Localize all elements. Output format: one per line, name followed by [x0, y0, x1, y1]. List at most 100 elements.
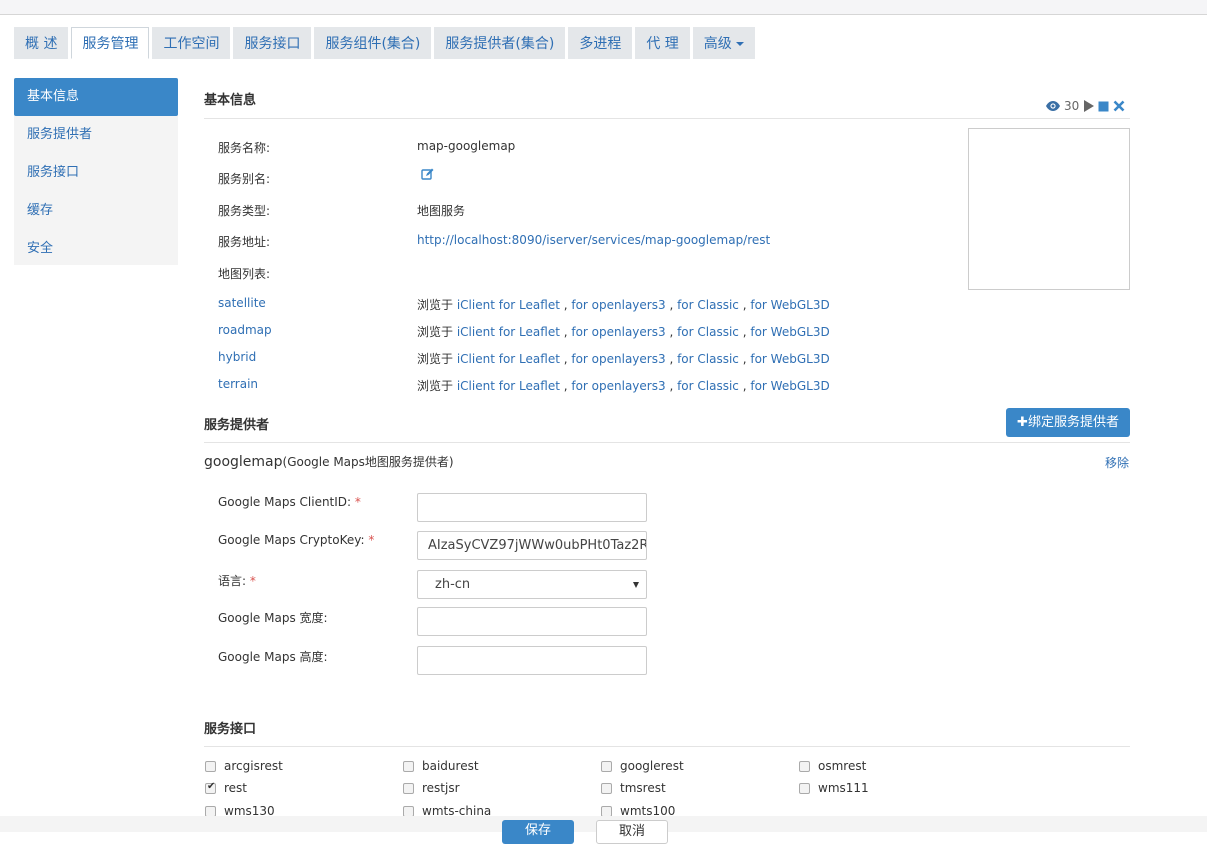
sidebar: 基本信息 服务提供者 服务接口 缓存 安全: [14, 78, 178, 265]
map-link-roadmap[interactable]: roadmap: [218, 323, 272, 337]
interface-label: rest: [224, 781, 248, 795]
browse-prefix: 浏览于: [417, 379, 454, 393]
browse-prefix: 浏览于: [417, 352, 454, 366]
browse-openlayers3-link[interactable]: for openlayers3: [571, 325, 665, 339]
browse-webgl3d-link[interactable]: for WebGL3D: [750, 325, 829, 339]
browse-leaflet-link[interactable]: iClient for Leaflet: [457, 379, 560, 393]
checkbox[interactable]: [205, 805, 216, 817]
tab-overview[interactable]: 概 述: [14, 27, 69, 59]
browse-prefix: 浏览于: [417, 325, 454, 339]
cancel-button[interactable]: 取消: [596, 820, 668, 844]
browse-openlayers3-link[interactable]: for openlayers3: [571, 298, 665, 312]
browse-webgl3d-link[interactable]: for WebGL3D: [750, 352, 829, 366]
sidebar-item-interfaces[interactable]: 服务接口: [14, 154, 178, 192]
service-alias-label: 服务别名:: [218, 172, 271, 186]
interface-label: arcgisrest: [224, 759, 283, 773]
width-input[interactable]: [417, 607, 647, 636]
bind-provider-button[interactable]: ✚绑定服务提供者: [1006, 408, 1130, 437]
tab-multiprocess[interactable]: 多进程: [568, 27, 633, 59]
sidebar-item-providers[interactable]: 服务提供者: [14, 116, 178, 154]
checkbox[interactable]: [403, 805, 414, 817]
crypto-key-label: Google Maps CryptoKey: *: [218, 533, 374, 547]
client-id-label-text: Google Maps ClientID:: [218, 495, 352, 509]
browse-openlayers3-link[interactable]: for openlayers3: [571, 352, 665, 366]
crypto-key-input[interactable]: AIzaSyCVZ97jWWw0ubPHt0Taz2R: [417, 531, 647, 560]
interface-label: osmrest: [818, 759, 867, 773]
eye-icon[interactable]: [1046, 101, 1060, 111]
language-selected-value: zh-cn: [435, 577, 471, 592]
sidebar-item-security[interactable]: 安全: [14, 230, 178, 268]
checkbox[interactable]: [601, 760, 612, 772]
required-mark: *: [354, 495, 361, 509]
checkbox[interactable]: [601, 782, 612, 794]
interface-label: baidurest: [422, 759, 479, 773]
interface-checkbox-googlerest[interactable]: googlerest: [601, 759, 684, 773]
crypto-key-label-text: Google Maps CryptoKey:: [218, 533, 365, 547]
checkbox-checked[interactable]: [205, 781, 216, 794]
interface-checkbox-wms111[interactable]: wms111: [799, 781, 869, 795]
service-address-link[interactable]: http://localhost:8090/iserver/services/m…: [417, 233, 770, 247]
checkbox[interactable]: [403, 782, 414, 794]
checkbox[interactable]: [403, 760, 414, 772]
browse-row: 浏览于 iClient for Leaflet , for openlayers…: [417, 298, 830, 312]
plus-icon: ✚: [1017, 415, 1028, 430]
checkbox[interactable]: [205, 760, 216, 772]
browse-webgl3d-link[interactable]: for WebGL3D: [750, 298, 829, 312]
browse-classic-link[interactable]: for Classic: [677, 325, 739, 339]
map-link-hybrid[interactable]: hybrid: [218, 350, 256, 364]
tab-service-providers[interactable]: 服务提供者(集合): [434, 27, 566, 59]
map-link-terrain[interactable]: terrain: [218, 377, 258, 391]
interface-checkbox-tmsrest[interactable]: tmsrest: [601, 781, 666, 795]
service-type-label: 服务类型:: [218, 204, 271, 218]
close-icon[interactable]: [1113, 100, 1125, 112]
sidebar-item-cache[interactable]: 缓存: [14, 192, 178, 230]
browse-row: 浏览于 iClient for Leaflet , for openlayers…: [417, 379, 830, 393]
caret-down-icon: [735, 42, 744, 46]
browse-webgl3d-link[interactable]: for WebGL3D: [750, 379, 829, 393]
interface-checkbox-restjsr[interactable]: restjsr: [403, 781, 460, 795]
language-select[interactable]: zh-cn: [417, 570, 647, 599]
checkbox[interactable]: [601, 805, 612, 817]
language-label-text: 语言:: [218, 574, 247, 588]
language-label: 语言: *: [218, 572, 256, 589]
map-link-satellite[interactable]: satellite: [218, 296, 266, 310]
play-icon[interactable]: [1083, 100, 1095, 112]
browse-leaflet-link[interactable]: iClient for Leaflet: [457, 325, 560, 339]
client-id-input[interactable]: [417, 493, 647, 522]
browse-leaflet-link[interactable]: iClient for Leaflet: [457, 352, 560, 366]
checkbox[interactable]: [799, 782, 810, 794]
provider-desc: (Google Maps地图服务提供者): [282, 455, 454, 469]
tab-service-management[interactable]: 服务管理: [71, 27, 150, 59]
top-header-bar: [0, 0, 1207, 15]
stop-icon[interactable]: [1098, 101, 1109, 112]
provider-name: googlemap(Google Maps地图服务提供者): [204, 453, 454, 470]
divider: [204, 118, 1130, 119]
interface-label: restjsr: [422, 781, 460, 795]
browse-classic-link[interactable]: for Classic: [677, 379, 739, 393]
checkbox[interactable]: [799, 760, 810, 772]
edit-icon[interactable]: [421, 168, 434, 184]
interface-checkbox-baidurest[interactable]: baidurest: [403, 759, 479, 773]
tab-proxy[interactable]: 代 理: [635, 27, 690, 59]
browse-openlayers3-link[interactable]: for openlayers3: [571, 379, 665, 393]
tab-service-interface[interactable]: 服务接口: [233, 27, 312, 59]
browse-leaflet-link[interactable]: iClient for Leaflet: [457, 298, 560, 312]
map-list-label: 地图列表:: [218, 267, 271, 281]
service-address-label: 服务地址:: [218, 235, 271, 249]
remove-provider-link[interactable]: 移除: [1105, 454, 1129, 471]
tab-service-components[interactable]: 服务组件(集合): [314, 27, 432, 59]
sidebar-item-basic-info[interactable]: 基本信息: [14, 78, 178, 116]
browse-classic-link[interactable]: for Classic: [677, 298, 739, 312]
client-id-label: Google Maps ClientID: *: [218, 495, 361, 509]
service-name-value: map-googlemap: [417, 139, 516, 153]
bind-provider-label: 绑定服务提供者: [1027, 415, 1119, 430]
save-button[interactable]: 保存: [502, 820, 574, 844]
interface-checkbox-osmrest[interactable]: osmrest: [799, 759, 866, 773]
browse-classic-link[interactable]: for Classic: [677, 352, 739, 366]
interfaces-title: 服务接口: [204, 722, 257, 737]
height-input[interactable]: [417, 646, 647, 675]
tab-workspace[interactable]: 工作空间: [152, 27, 231, 59]
interface-checkbox-arcgisrest[interactable]: arcgisrest: [205, 759, 283, 773]
interface-checkbox-rest[interactable]: rest: [205, 781, 247, 795]
tab-advanced[interactable]: 高级: [692, 27, 755, 59]
